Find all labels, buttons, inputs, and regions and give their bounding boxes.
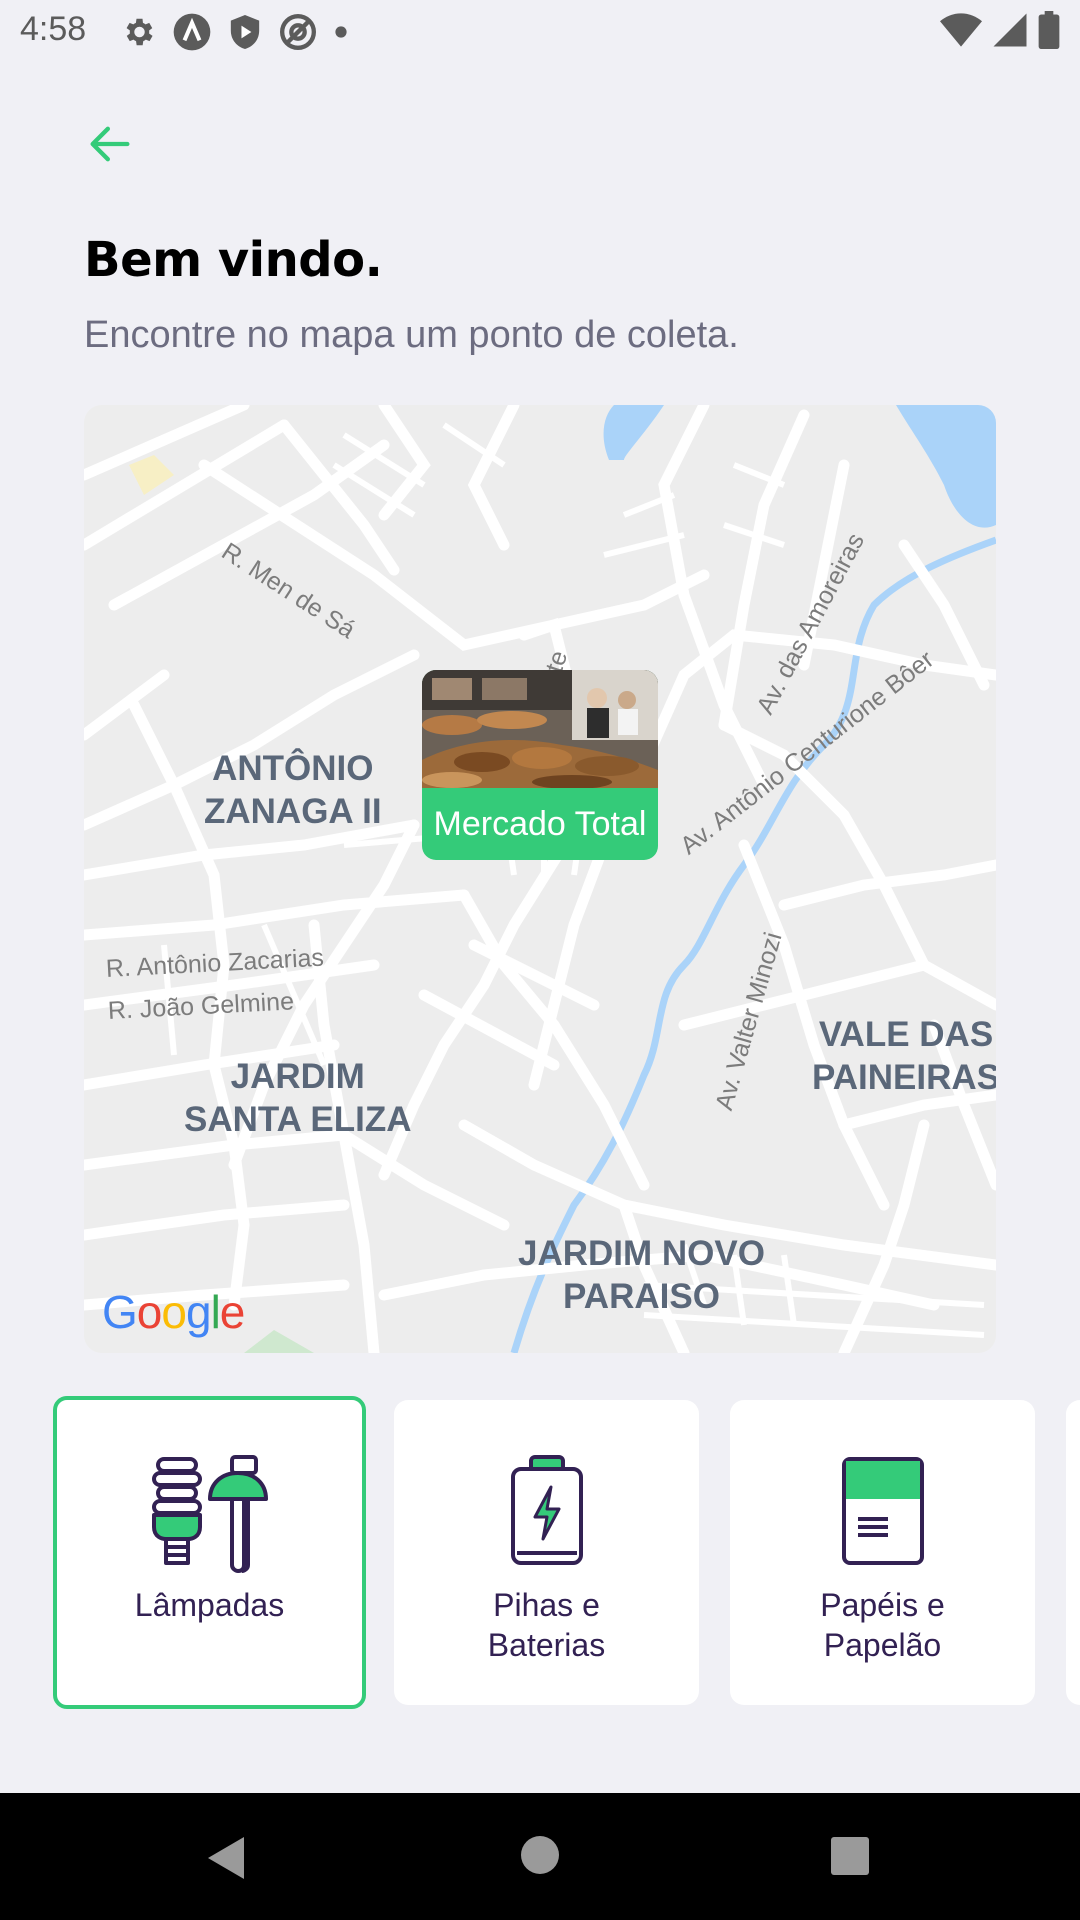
app-a-icon [172,12,212,52]
area-label-jardim-novo-paraiso: JARDIM NOVO PARAISO [518,1232,765,1318]
at-sign-icon [278,12,318,52]
lamps-icon [151,1455,268,1573]
item-partial[interactable] [1066,1400,1080,1705]
google-letter: G [102,1286,138,1338]
area-label-line: JARDIM [230,1057,365,1096]
navigation-bar [0,1793,1080,1920]
page-title: Bem vindo. [84,232,383,288]
item-label: Papéis e Papelão [730,1585,1035,1665]
area-label-line: ANTÔNIO [212,749,374,788]
google-attribution: Google [102,1285,246,1339]
nav-recents-icon[interactable] [831,1837,869,1875]
marker-label: Mercado Total [433,804,647,843]
item-papeis-papelao[interactable]: Papéis e Papelão [730,1400,1035,1705]
status-left-icons [120,12,348,52]
google-letter: e [219,1286,246,1338]
item-label-line: Baterias [487,1627,606,1663]
area-label-vale-das-paineiras: VALE DAS PAINEIRAS [812,1013,996,1099]
item-label-line: Pihas e [493,1587,600,1623]
area-label-line: VALE DAS [818,1015,994,1054]
settings-gear-icon [120,14,156,50]
items-list[interactable]: Lâmpadas Pihas e Baterias Papéis e Papel… [0,1395,1080,1715]
area-label-line: ZANAGA II [204,792,382,831]
battery-icon [510,1455,583,1565]
area-label-antonio-zanaga: ANTÔNIO ZANAGA II [204,747,382,833]
area-label-line: PAINEIRAS [812,1058,996,1097]
map-marker[interactable]: Mercado Total [422,670,658,860]
nav-home-icon[interactable] [520,1835,560,1875]
arrow-left-icon [90,126,130,162]
battery-icon [1038,10,1060,54]
signal-icon [992,12,1028,53]
item-label-line: Lâmpadas [134,1587,285,1623]
status-time: 4:58 [20,10,87,48]
status-bar: 4:58 [0,0,1080,63]
item-lampadas[interactable]: Lâmpadas [53,1396,366,1709]
dot-icon [334,25,348,39]
area-label-line: PARAISO [563,1277,720,1316]
shield-play-icon [228,13,262,51]
wifi-icon [940,12,982,52]
item-label: Pihas e Baterias [394,1585,699,1665]
item-label: Lâmpadas [57,1585,362,1625]
area-label-jardim-santa-eliza: JARDIM SANTA ELIZA [184,1055,411,1141]
nav-back-icon[interactable] [206,1835,248,1881]
item-label-line: Papéis e [820,1587,945,1623]
area-label-line: SANTA ELIZA [184,1100,412,1139]
paper-icon [841,1457,924,1565]
item-label-line: Papelão [823,1627,942,1663]
google-letter: o [136,1286,163,1338]
market-photo [422,670,658,788]
google-letter: l [210,1286,221,1338]
page-subtitle: Encontre no mapa um ponto de coleta. [84,314,739,356]
google-letter: g [185,1286,212,1338]
google-letter: o [161,1286,187,1338]
map[interactable]: R. Men de Sá Av. das Amoreiras Av. Antôn… [84,405,996,1353]
item-pilhas-baterias[interactable]: Pihas e Baterias [394,1400,699,1705]
status-right-icons [940,10,1060,54]
back-button[interactable] [84,118,136,170]
area-label-line: JARDIM NOVO [518,1234,765,1273]
